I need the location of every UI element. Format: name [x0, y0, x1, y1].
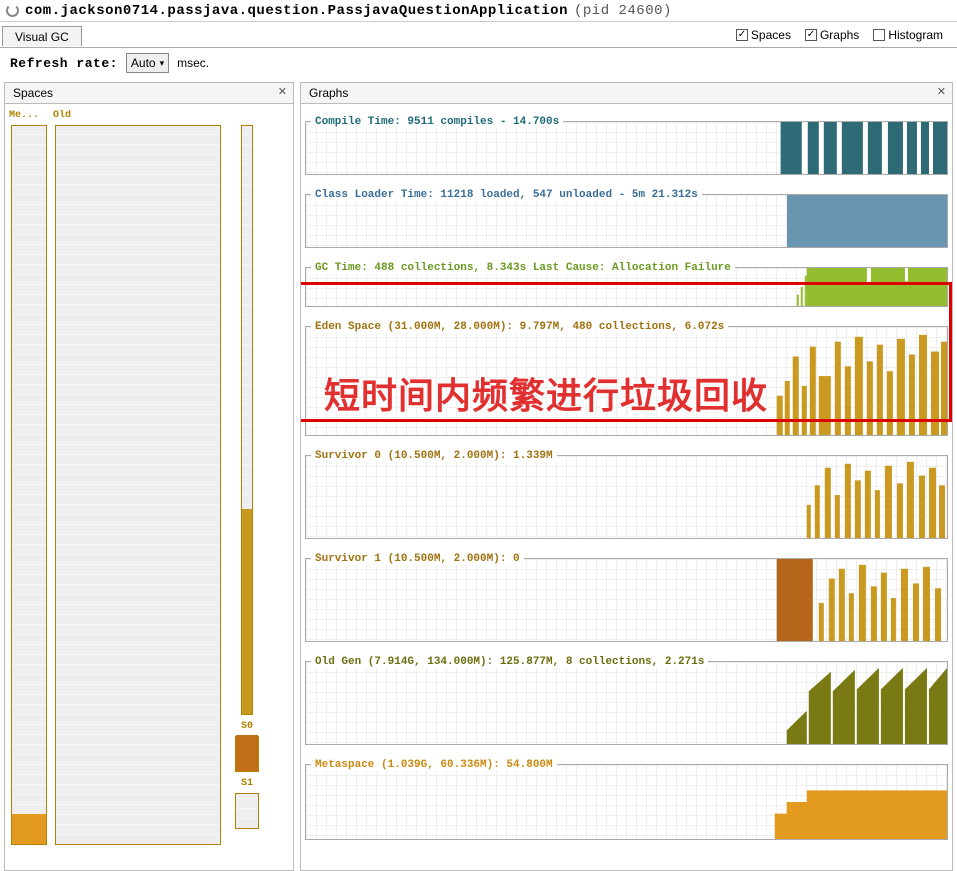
graph-survivor-1: Survivor 1 (10.500M, 2.000M): 0 [305, 543, 948, 642]
close-icon[interactable]: ✕ [937, 85, 946, 98]
space-bar-me [11, 125, 47, 845]
graph-survivor-0: Survivor 0 (10.500M, 2.000M): 1.339M [305, 440, 948, 539]
graphs-body: Compile Time: 9511 compiles - 14.700s [300, 104, 953, 871]
window-titlebar: com.jackson0714.passjava.question.Passja… [0, 0, 957, 22]
space-bar-s1 [235, 793, 259, 829]
graph-canvas-classloader [305, 194, 948, 248]
checkbox-histogram[interactable]: Histogram [873, 28, 943, 42]
refresh-rate-select[interactable]: Auto ▾ [126, 53, 169, 73]
graph-canvas-compile [305, 121, 948, 175]
gc-eden-highlight-region: GC Time: 488 collections, 8.343s Last Ca… [305, 252, 948, 436]
space-fill-me [12, 814, 46, 844]
space-col-young: . S0 S1 [227, 110, 267, 829]
check-icon: ✓ [736, 29, 748, 41]
spaces-body: Me... Old . S0 S1 [4, 104, 294, 871]
space-col-metaspace: Me... [9, 110, 49, 845]
close-icon[interactable]: ✕ [278, 85, 287, 98]
main-area: Spaces ✕ Me... Old . S0 [0, 82, 957, 871]
chart-svg [306, 662, 947, 744]
graph-legend: Metaspace (1.039G, 60.336M): 54.800M [311, 759, 557, 771]
checkbox-label: Histogram [888, 28, 943, 42]
graph-metaspace: Metaspace (1.039G, 60.336M): 54.800M [305, 749, 948, 840]
graph-legend: Old Gen (7.914G, 134.000M): 125.877M, 8 … [311, 656, 708, 668]
space-bar-old [55, 125, 221, 845]
graphs-panel-title: Graphs ✕ [300, 82, 953, 104]
space-label-me: Me... [9, 110, 49, 121]
chart-svg [306, 122, 947, 174]
graph-old-gen: Old Gen (7.914G, 134.000M): 125.877M, 8 … [305, 646, 948, 745]
graph-legend: Survivor 1 (10.500M, 2.000M): 0 [311, 553, 524, 565]
space-label-old: Old [53, 110, 223, 121]
checkbox-graphs[interactable]: ✓ Graphs [805, 28, 859, 42]
graph-classloader-time: Class Loader Time: 11218 loaded, 547 unl… [305, 179, 948, 248]
space-fill-s0 [236, 735, 258, 771]
check-icon: ✓ [805, 29, 817, 41]
chart-svg [306, 456, 947, 538]
graph-canvas-oldgen [305, 661, 948, 745]
graphs-panel: Graphs ✕ Compile Time: 9511 compiles - 1… [300, 82, 953, 871]
graph-legend: GC Time: 488 collections, 8.343s Last Ca… [311, 262, 735, 274]
check-icon [873, 29, 885, 41]
chart-svg [306, 559, 947, 641]
panel-title-text: Graphs [309, 86, 348, 100]
select-value: Auto [131, 56, 156, 70]
space-bar-s0 [235, 736, 259, 772]
space-col-old: Old [53, 110, 223, 845]
chevron-down-icon: ▾ [160, 58, 165, 69]
annotation-text: 短时间内频繁进行垃圾回收 [324, 367, 768, 419]
chart-fill [787, 195, 947, 247]
tab-bar: Visual GC ✓ Spaces ✓ Graphs Histogram [0, 22, 957, 48]
refresh-rate-bar: Refresh rate: Auto ▾ msec. [0, 48, 957, 82]
graph-canvas-metaspace [305, 764, 948, 840]
graph-legend: Survivor 0 (10.500M, 2.000M): 1.339M [311, 450, 557, 462]
space-label-s1: S1 [227, 778, 267, 789]
tab-visual-gc[interactable]: Visual GC [2, 26, 82, 46]
app-title: com.jackson0714.passjava.question.Passja… [25, 3, 568, 19]
checkbox-label: Spaces [751, 28, 791, 42]
space-label-s0: S0 [227, 721, 267, 732]
chart-svg [306, 765, 947, 839]
refresh-unit: msec. [177, 56, 209, 70]
graph-canvas-s0 [305, 455, 948, 539]
tab-label: Visual GC [15, 30, 69, 44]
pid-label: (pid 24600) [574, 3, 672, 19]
refresh-label: Refresh rate: [10, 56, 118, 71]
graph-legend: Class Loader Time: 11218 loaded, 547 unl… [311, 189, 702, 201]
checkbox-spaces[interactable]: ✓ Spaces [736, 28, 791, 42]
loading-spinner-icon [6, 4, 19, 17]
panel-title-text: Spaces [13, 86, 53, 100]
graph-compile-time: Compile Time: 9511 compiles - 14.700s [305, 106, 948, 175]
space-fill-eden [242, 509, 252, 714]
spaces-panel: Spaces ✕ Me... Old . S0 [4, 82, 294, 871]
space-bar-eden [241, 125, 253, 715]
graph-legend: Compile Time: 9511 compiles - 14.700s [311, 116, 563, 128]
checkbox-label: Graphs [820, 28, 859, 42]
graph-canvas-s1 [305, 558, 948, 642]
spaces-panel-title: Spaces ✕ [4, 82, 294, 104]
